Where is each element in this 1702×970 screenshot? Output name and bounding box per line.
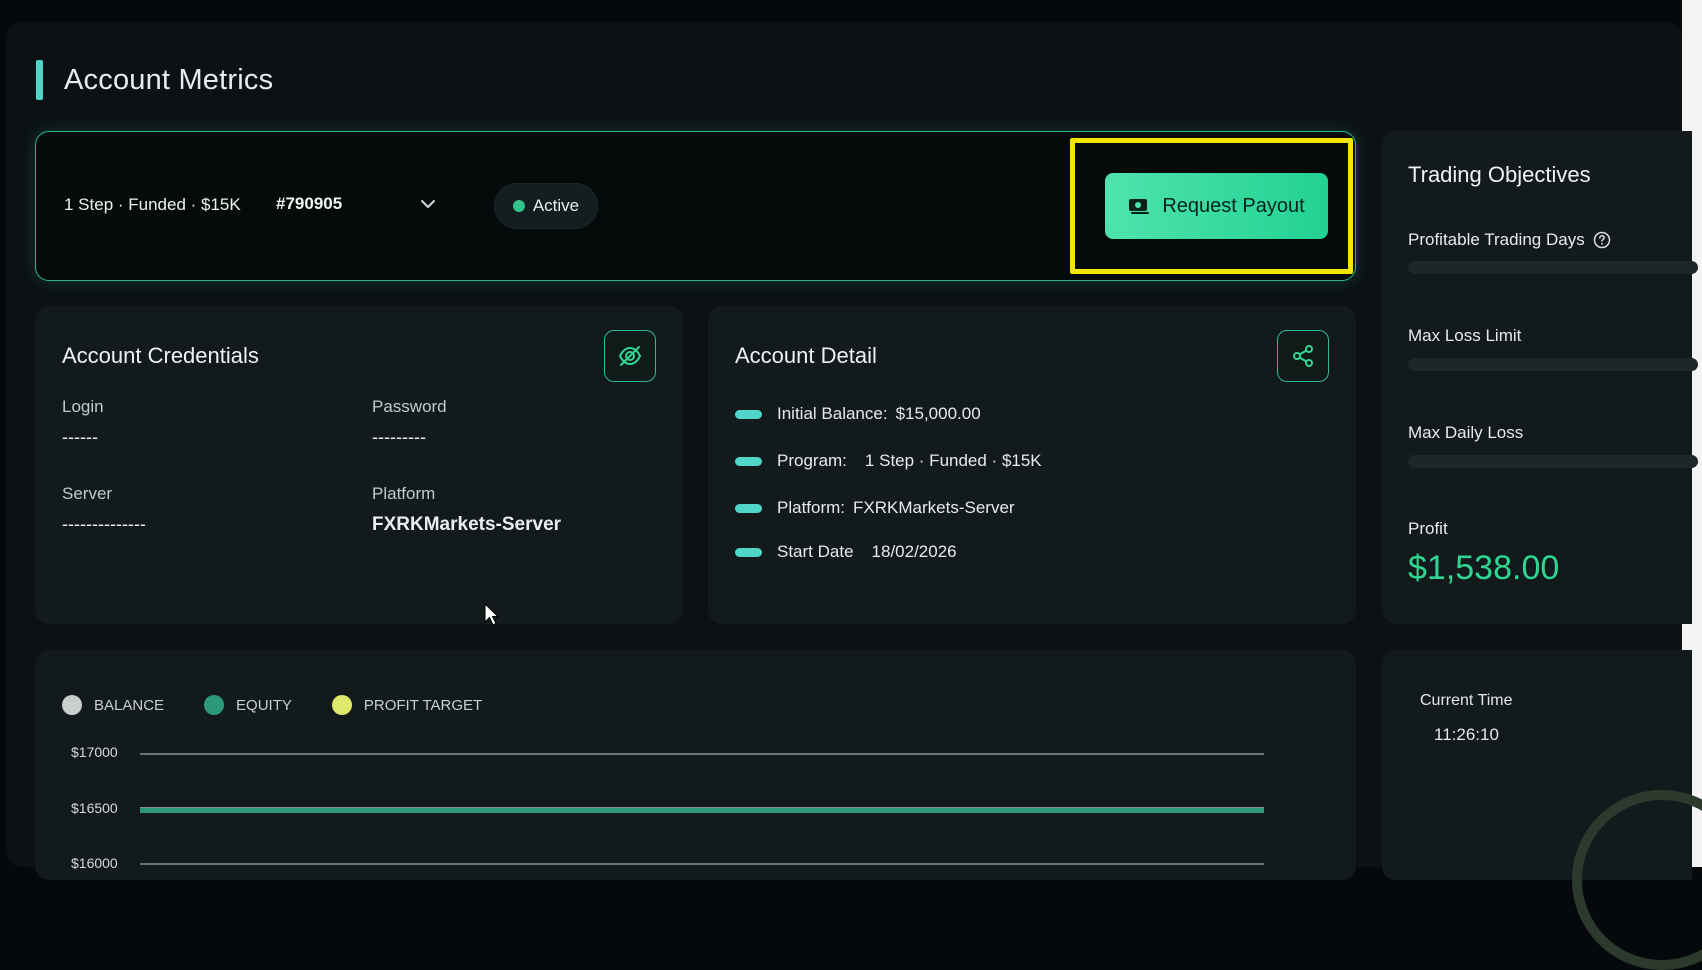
profit-value: $1,538.00 <box>1408 549 1560 587</box>
row-marker <box>735 409 762 419</box>
objective-label: Profitable Trading Days <box>1408 230 1585 249</box>
objective-label: Max Daily Loss <box>1408 423 1524 442</box>
chevron-down-icon[interactable] <box>418 194 438 214</box>
eye-off-icon <box>618 346 642 366</box>
legend-equity[interactable]: EQUITY <box>204 695 292 715</box>
equity-series-line <box>140 808 1264 813</box>
balance-chart-card: BALANCE EQUITY PROFIT TARGET $17000 $165… <box>35 650 1356 880</box>
account-detail-card: Account Detail Initial Balance: $15,000.… <box>708 306 1356 624</box>
page-title: Account Metrics <box>64 63 274 96</box>
objective-max-daily-loss: Max Daily Loss <box>1408 423 1523 443</box>
current-time-value: 11:26:10 <box>1434 725 1499 744</box>
detail-value: 18/02/2026 <box>871 542 957 561</box>
profit-label: Profit <box>1408 519 1448 538</box>
detail-label: Platform: <box>777 498 846 517</box>
legend-label: BALANCE <box>94 696 165 714</box>
clock-dial <box>1572 790 1702 970</box>
detail-row-start-date: Start Date 18/02/2026 <box>735 542 957 562</box>
toggle-visibility-button[interactable] <box>604 330 656 382</box>
row-marker <box>735 456 762 466</box>
cash-icon <box>1129 199 1150 214</box>
legend-balance[interactable]: BALANCE <box>62 695 164 715</box>
login-label: Login <box>62 397 104 416</box>
account-program: 1 Step · Funded · $15K <box>64 195 241 214</box>
detail-value: FXRKMarkets-Server <box>853 498 1015 517</box>
legend-dot <box>62 695 82 715</box>
request-payout-label: Request Payout <box>1162 194 1305 217</box>
grid-line <box>140 753 1264 755</box>
detail-title: Account Detail <box>735 343 877 368</box>
account-credentials-card: Account Credentials Login ------ Passwor… <box>35 306 683 626</box>
login-value: ------ <box>62 427 98 447</box>
status-badge: Active <box>494 183 598 229</box>
share-button[interactable] <box>1277 330 1329 382</box>
current-time-label: Current Time <box>1420 692 1513 709</box>
legend-profit-target[interactable]: PROFIT TARGET <box>331 695 483 715</box>
grid-line <box>140 863 1264 865</box>
objective-label: Max Loss Limit <box>1408 326 1522 345</box>
y-tick-label: $17000 <box>71 744 118 760</box>
account-id: #790905 <box>276 194 343 213</box>
y-tick-label: $16000 <box>71 855 118 871</box>
platform-label: Platform <box>372 484 436 503</box>
server-value: -------------- <box>62 514 146 534</box>
chart-legend: BALANCE EQUITY PROFIT TARGET <box>62 695 522 715</box>
share-icon <box>1293 345 1313 367</box>
trading-objectives-card: Trading Objectives Profitable Trading Da… <box>1382 131 1698 624</box>
password-label: Password <box>372 397 447 416</box>
detail-value: $15,000.00 <box>895 404 981 423</box>
max-daily-loss-progress <box>1408 455 1698 468</box>
max-loss-progress <box>1408 358 1698 371</box>
credentials-title: Account Credentials <box>62 343 259 368</box>
legend-label: EQUITY <box>236 696 292 714</box>
legend-label: PROFIT TARGET <box>363 696 483 714</box>
title-accent-bar <box>36 60 43 100</box>
detail-value: 1 Step · Funded · $15K <box>864 451 1042 470</box>
password-value: --------- <box>372 427 426 447</box>
objective-profitable-days: Profitable Trading Days <box>1408 230 1611 250</box>
status-dot <box>512 200 525 212</box>
platform-value: FXRKMarkets-Server <box>372 514 562 535</box>
legend-dot <box>331 695 352 715</box>
row-marker <box>735 547 762 557</box>
detail-label: Start Date <box>777 542 854 561</box>
y-tick-label: $16500 <box>71 800 118 816</box>
mouse-cursor-icon <box>484 602 500 626</box>
server-label: Server <box>62 484 113 503</box>
status-label: Active <box>532 196 580 215</box>
page-header: Account Metrics <box>36 60 273 100</box>
detail-label: Initial Balance: <box>777 404 888 423</box>
legend-dot <box>204 695 225 715</box>
detail-label: Program: <box>777 451 847 470</box>
detail-row-initial-balance: Initial Balance: $15,000.00 <box>735 404 981 424</box>
request-payout-button[interactable]: Request Payout <box>1105 173 1328 239</box>
detail-row-platform: Platform: FXRKMarkets-Server <box>735 498 1015 518</box>
app-window: Account Metrics 1 Step · Funded · $15K #… <box>0 0 1702 970</box>
detail-row-program: Program: 1 Step · Funded · $15K <box>735 451 1042 471</box>
help-icon[interactable] <box>1593 231 1611 249</box>
current-time-card: Current Time 11:26:10 <box>1382 650 1702 970</box>
objective-max-loss: Max Loss Limit <box>1408 326 1521 346</box>
profitable-days-progress <box>1408 261 1698 274</box>
objectives-title: Trading Objectives <box>1408 162 1591 187</box>
row-marker <box>735 503 762 513</box>
